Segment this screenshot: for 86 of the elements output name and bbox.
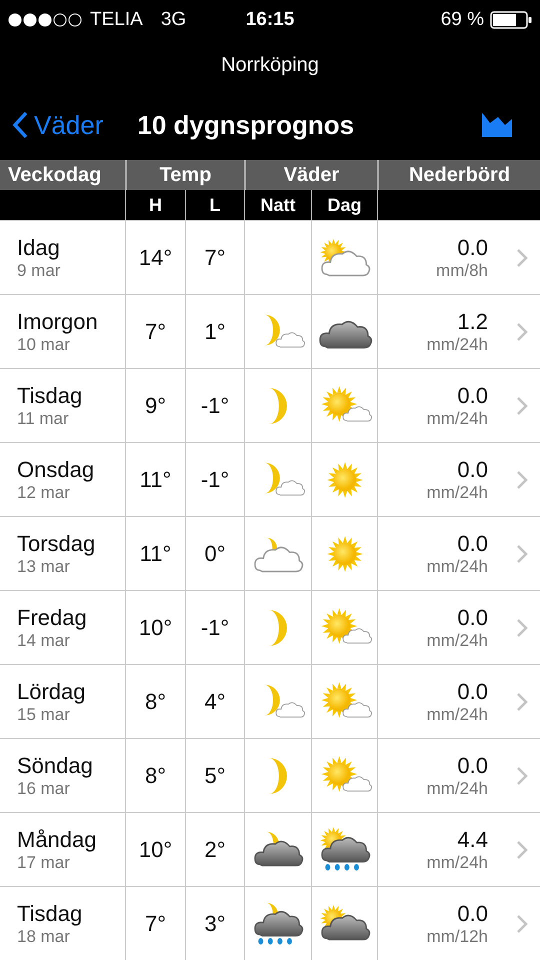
precipitation-value: 4.4	[457, 826, 488, 852]
day-name: Måndag	[17, 826, 97, 852]
high-temperature: 7°	[144, 910, 166, 936]
high-temperature: 8°	[144, 762, 166, 788]
page-title: 10 dygnsprognos	[137, 110, 356, 140]
chevron-icon[interactable]	[516, 396, 528, 416]
day-name: Torsdag	[17, 530, 96, 556]
day-date: 15 mar	[17, 704, 70, 724]
carrier-name: TELIA	[90, 9, 143, 31]
chevron-icon[interactable]	[516, 544, 528, 564]
chart-button[interactable]	[482, 113, 512, 137]
low-temperature: 7°	[204, 244, 226, 270]
precipitation-value: 0.0	[457, 678, 488, 704]
low-temperature: -1°	[200, 466, 230, 492]
chevron-icon[interactable]	[516, 766, 528, 786]
chevron-icon[interactable]	[516, 914, 528, 934]
precipitation-value: 0.0	[457, 382, 488, 408]
high-temperature: 9°	[144, 392, 166, 418]
day-date: 9 mar	[17, 260, 60, 280]
column-header: Veckodag	[7, 162, 102, 188]
day-date: 11 mar	[17, 408, 69, 428]
clock-time: 16:15	[246, 9, 294, 31]
low-temperature: 2°	[204, 836, 226, 862]
day-name: Imorgon	[17, 308, 98, 334]
precipitation-value: 1.2	[457, 308, 488, 334]
column-header: Temp	[125, 160, 244, 190]
low-temperature: 3°	[204, 910, 226, 936]
column-header: Nederbörd	[377, 160, 540, 190]
day-date: 14 mar	[17, 630, 70, 650]
battery-percent: 69 %	[440, 9, 484, 31]
precipitation-value: 0.0	[457, 530, 488, 556]
precipitation-unit: mm/24h	[426, 482, 488, 502]
day-name: Onsdag	[17, 456, 94, 482]
precipitation-value: 0.0	[457, 456, 488, 482]
precipitation-value: 0.0	[457, 900, 488, 926]
day-name: Idag	[17, 234, 60, 260]
chevron-icon[interactable]	[516, 248, 528, 268]
precipitation-unit: mm/24h	[426, 630, 488, 650]
precipitation-value: 0.0	[457, 234, 488, 260]
low-temperature: -1°	[200, 614, 230, 640]
high-temperature: 8°	[144, 688, 166, 714]
precipitation-value: 0.0	[457, 752, 488, 778]
precipitation-value: 0.0	[457, 604, 488, 630]
precipitation-unit: mm/24h	[426, 408, 488, 428]
column-header: Väder	[244, 160, 377, 190]
day-date: 16 mar	[17, 778, 70, 798]
day-date: 13 mar	[17, 556, 70, 576]
chevron-icon[interactable]	[516, 840, 528, 860]
chevron-icon[interactable]	[516, 470, 528, 490]
day-date: 18 mar	[17, 926, 70, 946]
precipitation-unit: mm/8h	[436, 260, 488, 280]
high-temperature: 7°	[144, 318, 166, 344]
low-temperature: 4°	[204, 688, 226, 714]
day-date: 10 mar	[17, 334, 70, 354]
day-name: Lördag	[17, 678, 86, 704]
chevron-icon[interactable]	[516, 322, 528, 342]
location-name: Norrköping	[221, 54, 319, 76]
precipitation-unit: mm/24h	[426, 852, 488, 872]
area-chart-icon	[482, 113, 512, 137]
back-button[interactable]: Väder	[12, 110, 104, 140]
high-temperature: 10°	[138, 614, 172, 640]
back-chevron-icon	[12, 111, 28, 139]
low-temperature: 0°	[204, 540, 226, 566]
day-date: 12 mar	[17, 482, 70, 502]
day-name: Tisdag	[17, 382, 82, 408]
low-temperature: 5°	[204, 762, 226, 788]
day-name: Fredag	[17, 604, 87, 630]
chevron-icon[interactable]	[516, 692, 528, 712]
chevron-icon[interactable]	[516, 618, 528, 638]
signal-icon	[8, 13, 84, 27]
day-name: Söndag	[17, 752, 93, 778]
battery-icon	[490, 11, 532, 29]
low-temperature: 1°	[204, 318, 226, 344]
high-temperature: 11°	[140, 540, 172, 566]
day-date: 17 mar	[17, 852, 70, 872]
high-temperature: 11°	[140, 466, 172, 492]
network-type: 3G	[160, 9, 186, 31]
precipitation-unit: mm/12h	[426, 926, 488, 946]
low-temperature: -1°	[200, 392, 230, 418]
high-temperature: 14°	[138, 244, 172, 270]
precipitation-unit: mm/24h	[426, 704, 488, 724]
precipitation-unit: mm/24h	[426, 334, 488, 354]
precipitation-unit: mm/24h	[426, 556, 488, 576]
high-temperature: 10°	[138, 836, 172, 862]
precipitation-unit: mm/24h	[426, 778, 488, 798]
day-name: Tisdag	[17, 900, 82, 926]
